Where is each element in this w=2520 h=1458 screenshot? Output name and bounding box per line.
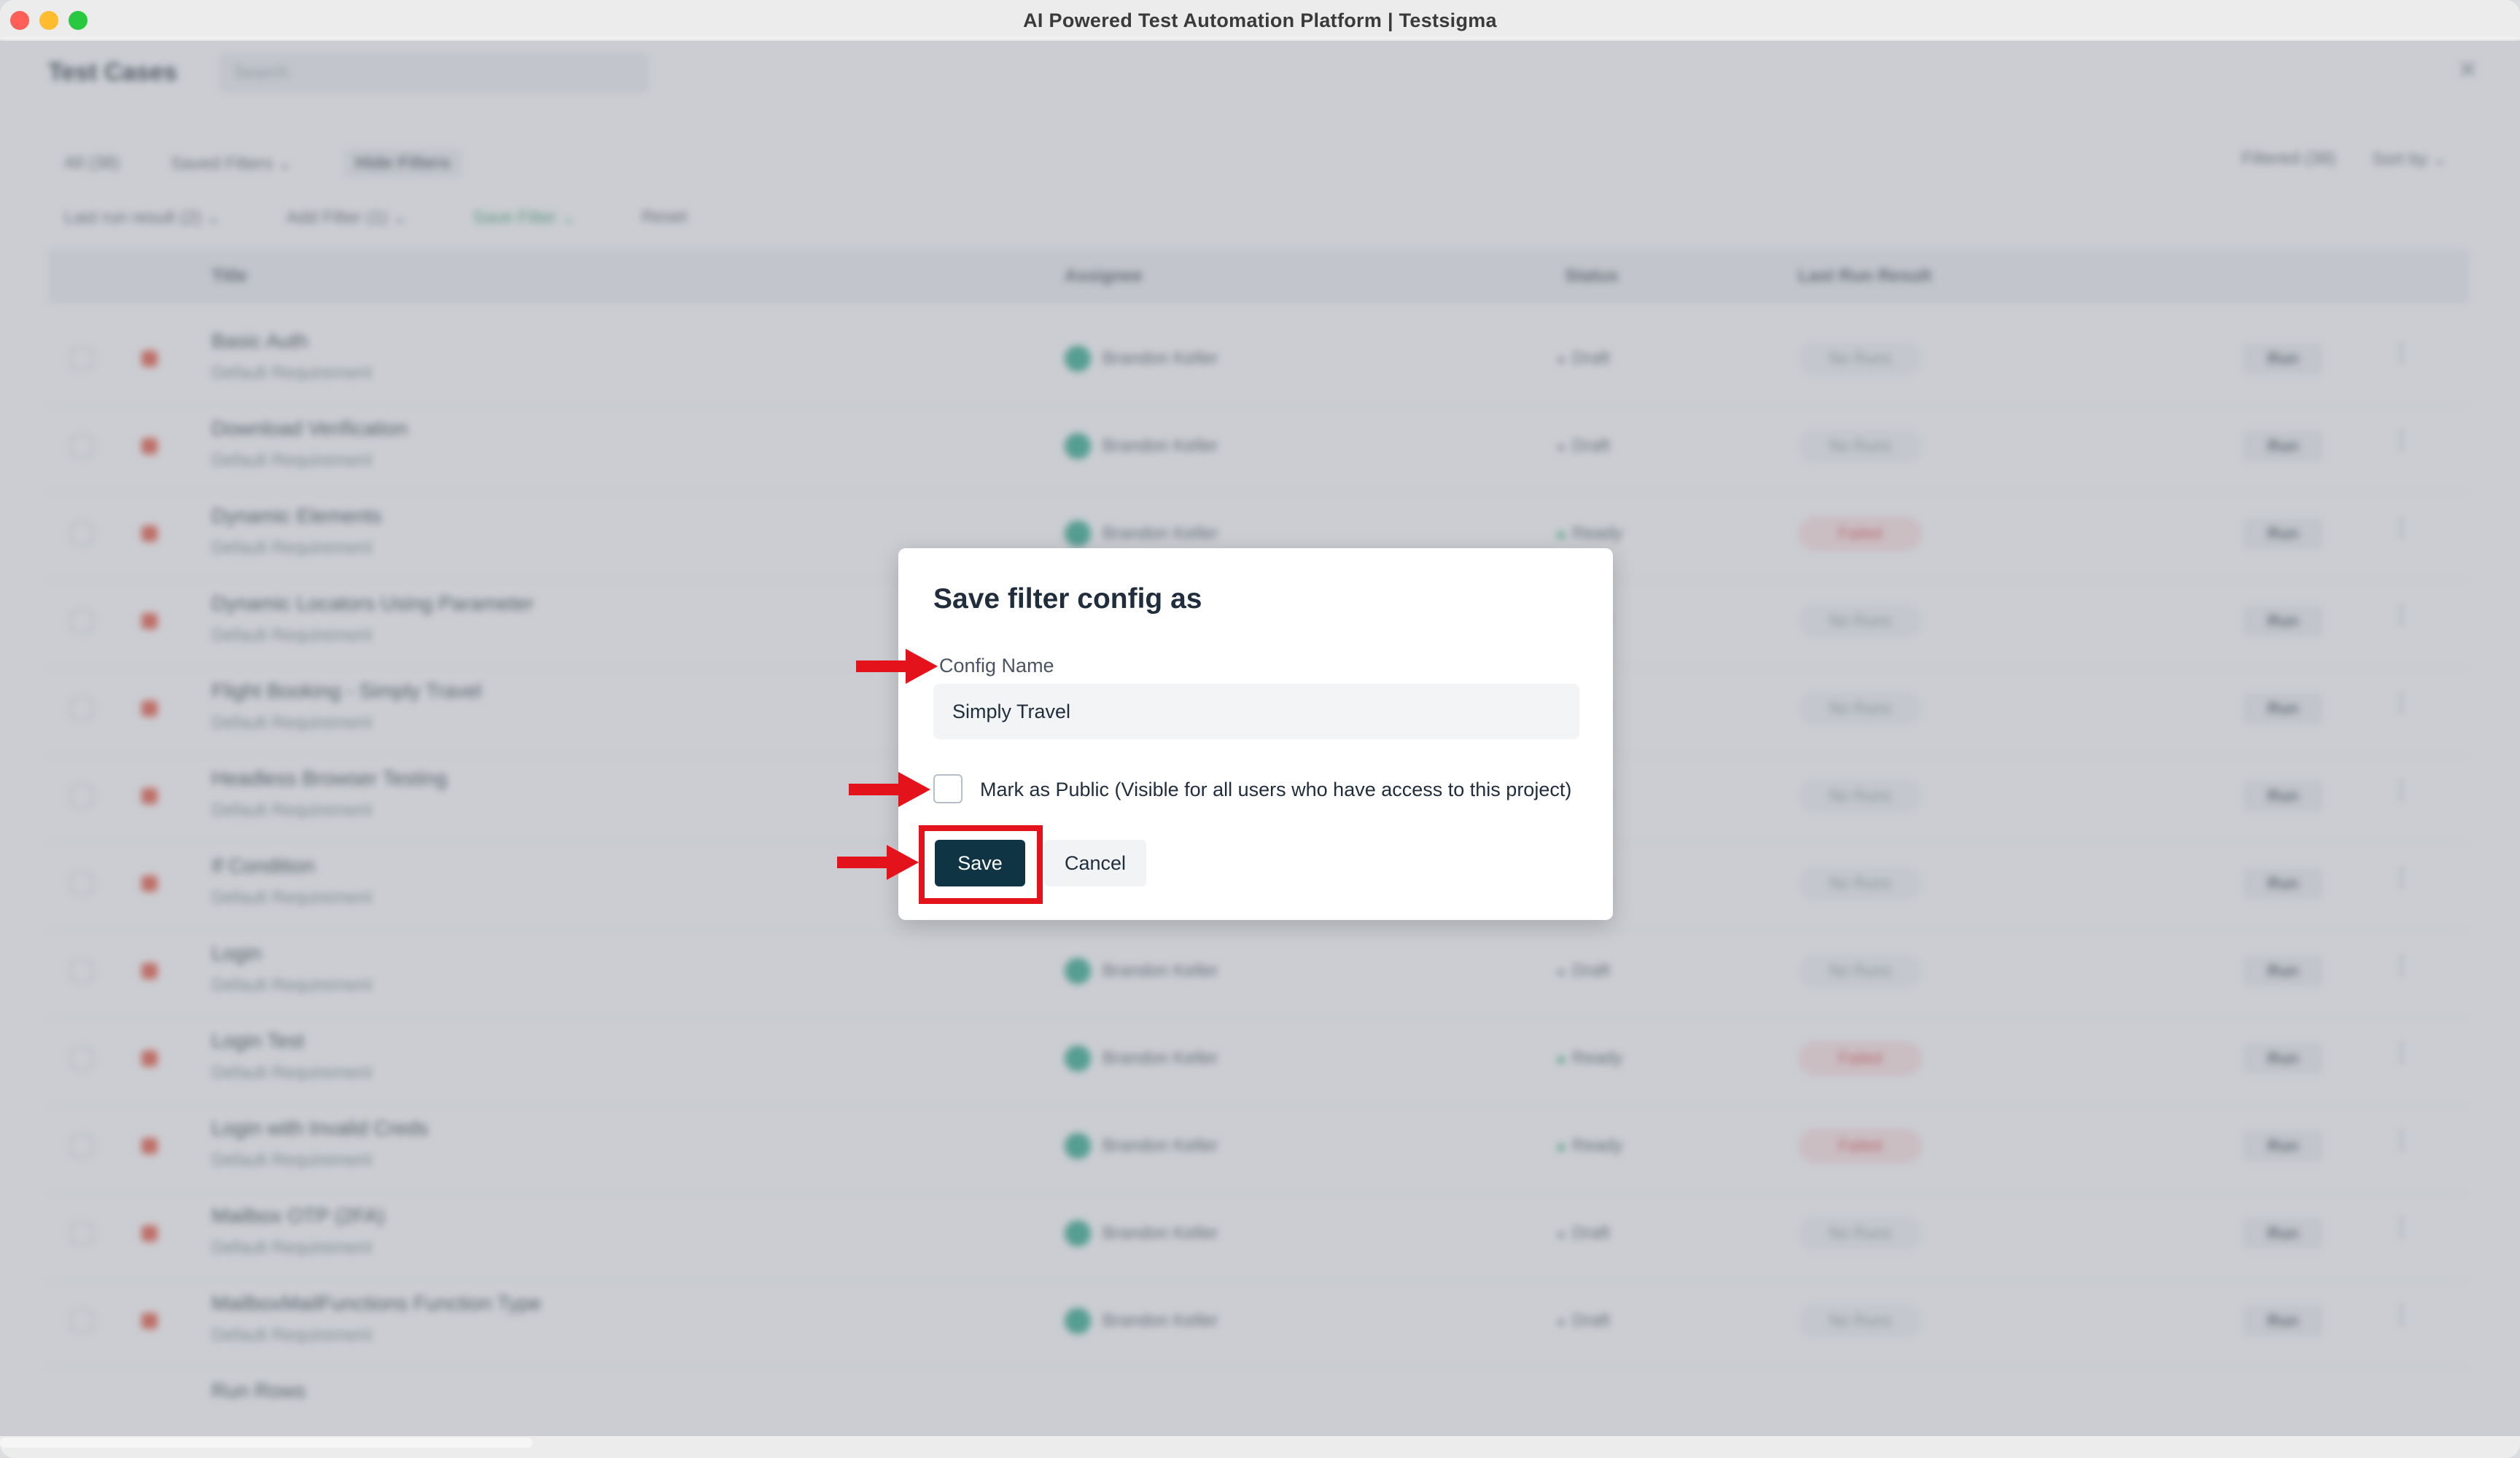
horizontal-scrollbar-thumb[interactable] [0, 1438, 532, 1448]
config-name-input[interactable] [933, 684, 1579, 739]
config-name-label: Config Name [939, 655, 1054, 677]
window-title: AI Powered Test Automation Platform | Te… [1023, 9, 1497, 31]
app-window: AI Powered Test Automation Platform | Te… [0, 0, 2520, 1458]
mark-public-label[interactable]: Mark as Public (Visible for all users wh… [980, 779, 1571, 801]
title-bar: AI Powered Test Automation Platform | Te… [0, 0, 2520, 41]
dialog-title: Save filter config as [933, 583, 1202, 615]
arrow-annotation-icon [856, 649, 938, 684]
arrow-annotation-icon [849, 772, 930, 807]
mark-public-checkbox[interactable] [933, 774, 962, 803]
save-button[interactable]: Save [935, 840, 1025, 886]
cancel-button[interactable]: Cancel [1044, 840, 1146, 886]
arrow-annotation-icon [837, 845, 919, 880]
save-filter-dialog: Save filter config as Config Name Mark a… [898, 548, 1613, 920]
